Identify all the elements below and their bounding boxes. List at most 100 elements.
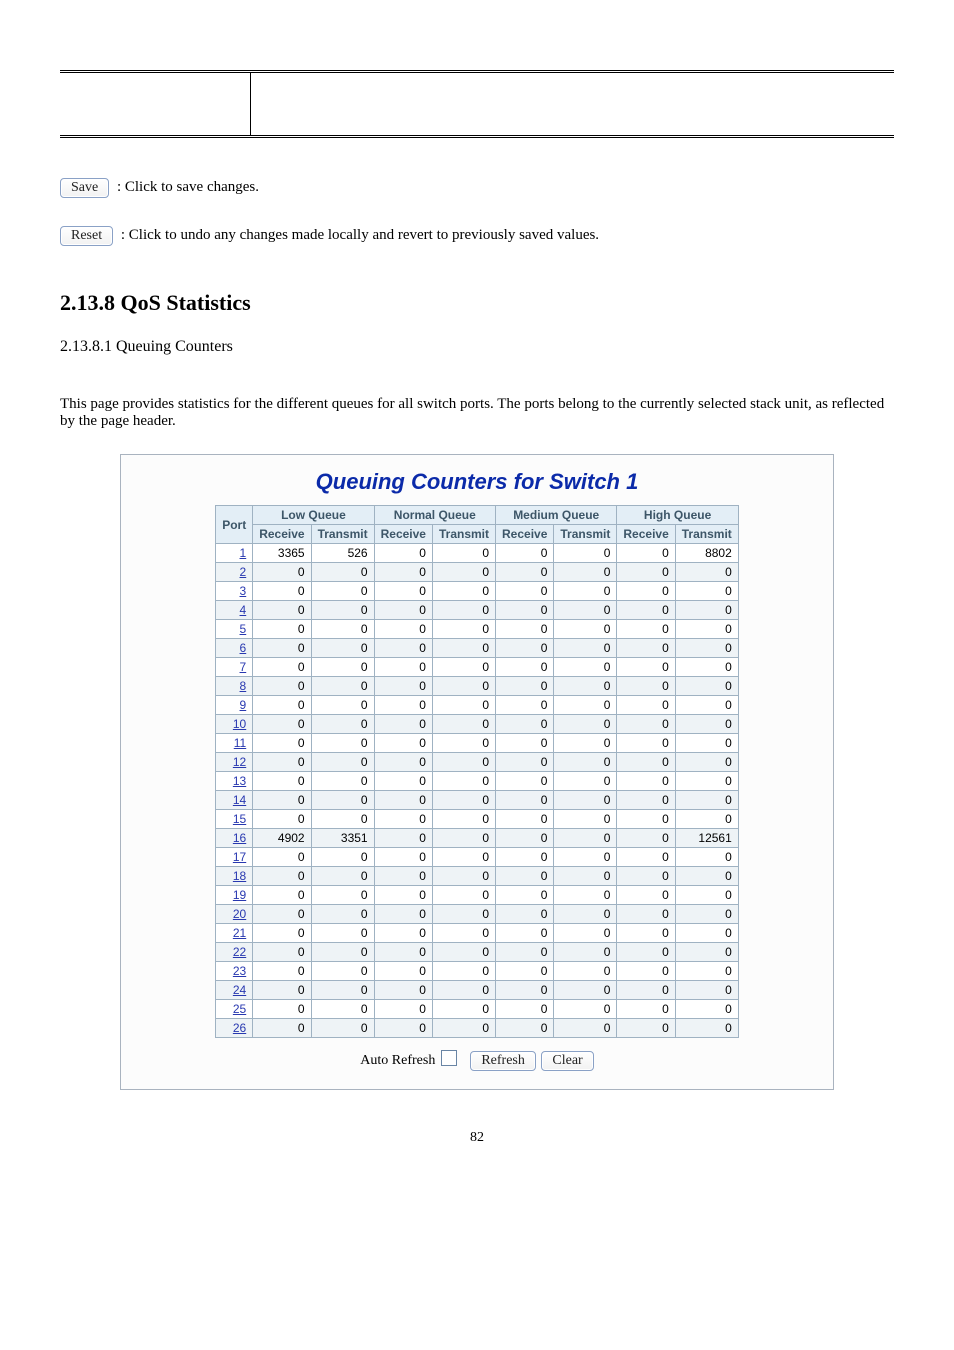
port-link[interactable]: 18: [233, 869, 246, 883]
port-link[interactable]: 13: [233, 774, 246, 788]
counter-cell: 0: [554, 905, 617, 924]
counter-cell: 0: [675, 582, 738, 601]
counter-cell: 0: [554, 563, 617, 582]
counter-cell: 0: [432, 601, 495, 620]
port-cell: 24: [216, 981, 253, 1000]
reset-button[interactable]: Reset: [60, 226, 113, 246]
port-link[interactable]: 17: [233, 850, 246, 864]
counter-cell: 0: [374, 924, 432, 943]
counter-cell: 0: [554, 601, 617, 620]
port-cell: 21: [216, 924, 253, 943]
table-row: 2400000000: [216, 981, 739, 1000]
counter-cell: 0: [253, 620, 311, 639]
table-row: 300000000: [216, 582, 739, 601]
counter-cell: 0: [432, 962, 495, 981]
counter-cell: 0: [617, 981, 675, 1000]
port-link[interactable]: 8: [240, 679, 247, 693]
table-row: 400000000: [216, 601, 739, 620]
port-link[interactable]: 22: [233, 945, 246, 959]
table-row: 2300000000: [216, 962, 739, 981]
port-cell: 20: [216, 905, 253, 924]
port-link[interactable]: 19: [233, 888, 246, 902]
counter-cell: 0: [432, 563, 495, 582]
counter-cell: 0: [675, 943, 738, 962]
counter-cell: 0: [496, 829, 554, 848]
table-row: 1500000000: [216, 810, 739, 829]
port-link[interactable]: 15: [233, 812, 246, 826]
save-button[interactable]: Save: [60, 178, 109, 198]
table-row: 200000000: [216, 563, 739, 582]
port-cell: 17: [216, 848, 253, 867]
port-link[interactable]: 12: [233, 755, 246, 769]
counter-cell: 0: [496, 848, 554, 867]
counter-cell: 0: [432, 886, 495, 905]
counter-cell: 0: [253, 639, 311, 658]
port-cell: 15: [216, 810, 253, 829]
port-link[interactable]: 1: [240, 546, 247, 560]
port-link[interactable]: 6: [240, 641, 247, 655]
table-row: 1800000000: [216, 867, 739, 886]
counter-cell: 0: [253, 886, 311, 905]
counter-cell: 0: [374, 1000, 432, 1019]
port-link[interactable]: 25: [233, 1002, 246, 1016]
counter-cell: 0: [311, 1019, 374, 1038]
port-cell: 22: [216, 943, 253, 962]
counter-cell: 0: [675, 905, 738, 924]
counter-cell: 0: [311, 734, 374, 753]
counter-cell: 0: [374, 810, 432, 829]
port-link[interactable]: 2: [240, 565, 247, 579]
port-link[interactable]: 10: [233, 717, 246, 731]
clear-button[interactable]: Clear: [541, 1051, 593, 1071]
counter-cell: 0: [374, 677, 432, 696]
port-cell: 26: [216, 1019, 253, 1038]
table-row: 600000000: [216, 639, 739, 658]
counter-cell: 0: [617, 715, 675, 734]
sub-med-tx: Transmit: [554, 525, 617, 544]
counter-cell: 0: [617, 753, 675, 772]
port-link[interactable]: 20: [233, 907, 246, 921]
port-link[interactable]: 24: [233, 983, 246, 997]
counter-cell: 0: [374, 658, 432, 677]
counter-cell: 0: [554, 639, 617, 658]
port-link[interactable]: 4: [240, 603, 247, 617]
counter-cell: 0: [311, 772, 374, 791]
counter-cell: 0: [432, 867, 495, 886]
counter-cell: 0: [253, 734, 311, 753]
port-link[interactable]: 21: [233, 926, 246, 940]
auto-refresh-checkbox[interactable]: [441, 1050, 457, 1066]
port-link[interactable]: 16: [233, 831, 246, 845]
counter-cell: 0: [253, 658, 311, 677]
port-link[interactable]: 11: [234, 736, 246, 750]
panel-title: Queuing Counters for Switch 1: [121, 469, 833, 495]
counter-cell: 0: [496, 696, 554, 715]
port-cell: 10: [216, 715, 253, 734]
port-link[interactable]: 5: [240, 622, 247, 636]
table-row: 900000000: [216, 696, 739, 715]
refresh-button[interactable]: Refresh: [470, 1051, 536, 1071]
port-link[interactable]: 14: [233, 793, 246, 807]
port-link[interactable]: 7: [240, 660, 247, 674]
counter-cell: 0: [374, 867, 432, 886]
counter-cell: 8802: [675, 544, 738, 563]
counter-cell: 0: [374, 734, 432, 753]
port-link[interactable]: 23: [233, 964, 246, 978]
counter-cell: 0: [675, 658, 738, 677]
port-link[interactable]: 26: [233, 1021, 246, 1035]
sub-low-rx: Receive: [253, 525, 311, 544]
counter-cell: 0: [617, 677, 675, 696]
counter-cell: 0: [617, 829, 675, 848]
table-row: 2600000000: [216, 1019, 739, 1038]
counter-cell: 0: [496, 772, 554, 791]
counter-cell: 0: [617, 1019, 675, 1038]
counter-cell: 0: [253, 924, 311, 943]
counter-cell: 0: [496, 677, 554, 696]
port-link[interactable]: 3: [240, 584, 247, 598]
counter-cell: 0: [253, 601, 311, 620]
counter-cell: 0: [675, 639, 738, 658]
counter-cell: 0: [432, 810, 495, 829]
counter-cell: 0: [253, 810, 311, 829]
port-link[interactable]: 9: [240, 698, 247, 712]
counter-cell: 0: [554, 772, 617, 791]
counter-cell: 0: [374, 886, 432, 905]
counter-cell: 0: [554, 658, 617, 677]
